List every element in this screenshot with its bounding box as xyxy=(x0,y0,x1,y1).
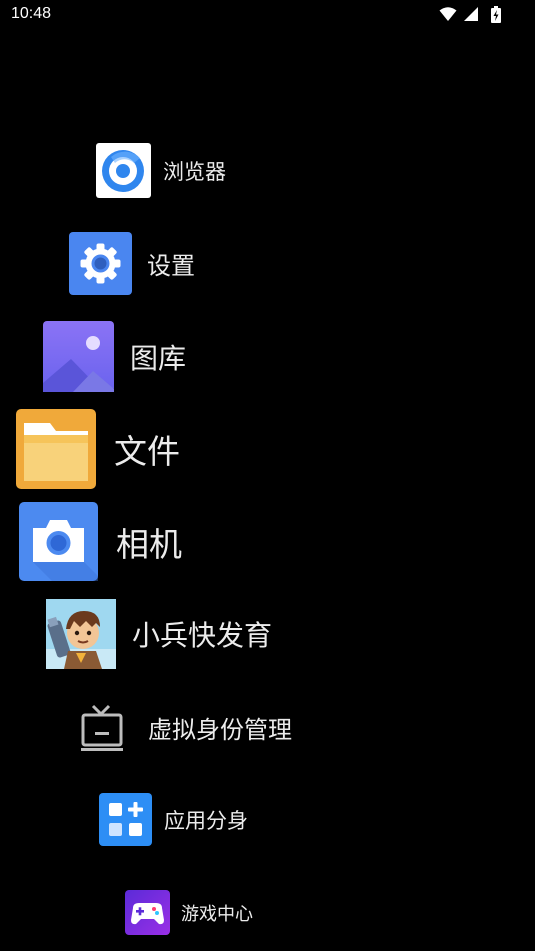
tv-icon xyxy=(81,704,123,751)
app-label: 游戏中心 xyxy=(181,903,253,925)
app-label: 文件 xyxy=(114,432,180,471)
app-label: 相机 xyxy=(116,524,182,564)
soldier-game-icon xyxy=(46,599,116,669)
app-settings[interactable]: 设置 xyxy=(69,232,195,295)
browser-icon xyxy=(96,143,151,198)
app-virtual-identity[interactable]: 虚拟身份管理 xyxy=(79,702,292,752)
app-label: 小兵快发育 xyxy=(132,619,273,652)
app-label: 图库 xyxy=(130,341,187,375)
app-label: 虚拟身份管理 xyxy=(148,715,292,744)
app-browser[interactable]: 浏览器 xyxy=(96,143,226,198)
status-bar: 10:48 xyxy=(0,0,535,30)
app-label: 设置 xyxy=(147,252,195,280)
camera-icon xyxy=(19,502,98,581)
app-files[interactable]: 文件 xyxy=(16,409,180,489)
gallery-icon xyxy=(43,321,114,392)
app-game-center[interactable]: 游戏中心 xyxy=(125,890,253,935)
app-label: 浏览器 xyxy=(163,159,226,184)
wifi-icon xyxy=(439,7,457,21)
gear-icon xyxy=(69,232,132,295)
app-grid-icon xyxy=(99,793,152,846)
app-camera[interactable]: 相机 xyxy=(19,502,182,581)
app-clone[interactable]: 应用分身 xyxy=(99,793,248,846)
app-gallery[interactable]: 图库 xyxy=(43,321,186,392)
battery-charging-icon xyxy=(491,6,501,23)
app-label: 应用分身 xyxy=(164,808,248,833)
home-screen: 10:48 浏览器 设置 图库 文件 相机 小兵快发育 虚拟身份管理 应用分身 … xyxy=(0,0,535,951)
cellular-signal-icon xyxy=(464,7,478,21)
gamepad-icon xyxy=(125,890,170,935)
status-time: 10:48 xyxy=(11,5,52,22)
app-game[interactable]: 小兵快发育 xyxy=(46,599,272,669)
folder-icon xyxy=(16,409,96,489)
